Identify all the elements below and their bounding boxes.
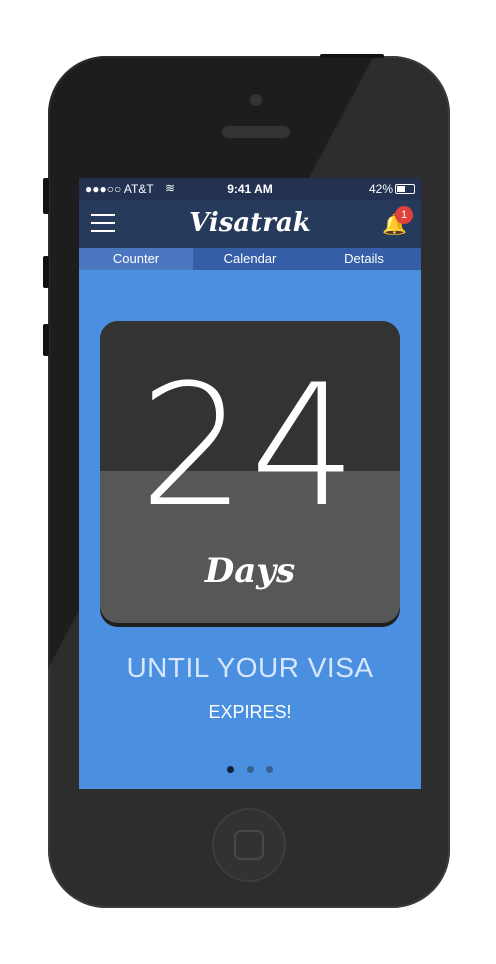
home-button-icon [234, 830, 264, 860]
page-dot-2[interactable] [246, 766, 254, 773]
camera [250, 94, 262, 106]
days-label: Days [204, 551, 296, 591]
status-bar: ●●●○○ AT&T ≋ 9:41 AM 42% [79, 178, 421, 200]
speaker-grille [222, 126, 290, 138]
days-count: 24 [139, 348, 361, 544]
volume-button-extra[interactable] [43, 324, 49, 356]
until-text: UNTIL YOUR VISA [126, 652, 374, 683]
battery-percent: 42% [368, 182, 393, 196]
tab-bar: Counter Calendar Details [79, 248, 421, 270]
page-indicator[interactable] [79, 760, 421, 778]
page-dot-1[interactable] [227, 766, 235, 773]
countdown-card: 24 Days [100, 321, 400, 623]
volume-button-down[interactable] [43, 256, 49, 288]
home-button[interactable] [212, 808, 286, 882]
volume-button-up[interactable] [43, 178, 49, 214]
tab-counter[interactable]: Counter [79, 248, 193, 270]
app-title: Visatrak [189, 208, 311, 238]
power-button[interactable] [320, 54, 384, 58]
battery-icon [395, 184, 415, 194]
screen: ●●●○○ AT&T ≋ 9:41 AM 42% Visatrak 🔔 1 Co… [79, 178, 421, 789]
page-dot-3[interactable] [265, 766, 273, 773]
tab-details[interactable]: Details [307, 248, 421, 270]
expires-text: EXPIRES! [208, 702, 292, 722]
tab-calendar[interactable]: Calendar [193, 248, 307, 270]
notification-badge: 1 [395, 206, 413, 224]
navbar: Visatrak 🔔 1 [79, 200, 421, 248]
